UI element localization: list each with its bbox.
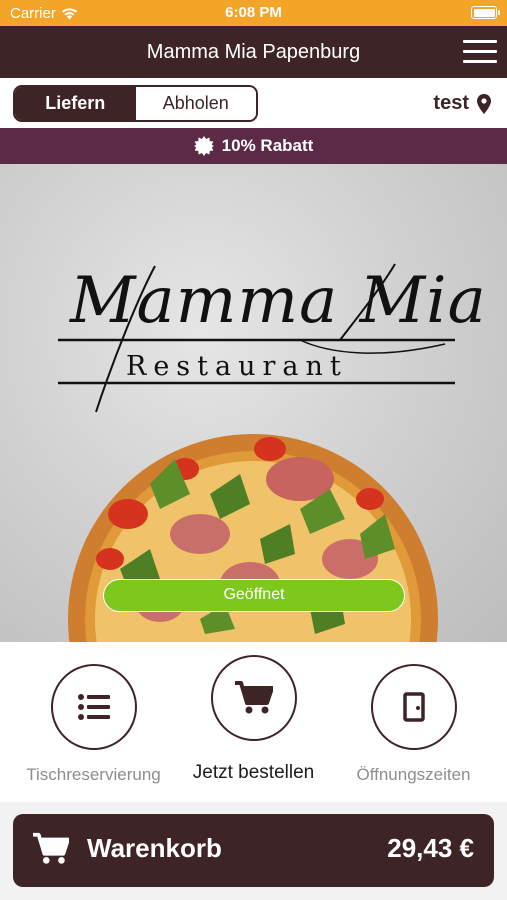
map-pin-icon <box>477 93 491 114</box>
location-label: test <box>433 92 469 114</box>
action-label-reservation: Tischreservierung <box>26 765 161 784</box>
action-label-hours: Öffnungszeiten <box>356 765 471 784</box>
logo-script-text: Mamma Mia <box>70 264 487 338</box>
action-order-now[interactable]: Jetzt bestellen <box>169 642 338 802</box>
cart-button[interactable]: Warenkorb 29,43 € <box>13 814 494 887</box>
cart-icon <box>33 832 69 864</box>
discount-banner[interactable]: 10% Rabatt <box>0 128 507 164</box>
discount-label: 10% Rabatt <box>221 136 314 155</box>
action-label-order: Jetzt bestellen <box>192 762 315 783</box>
quick-actions: Tischreservierung Jetzt bestellen Öffnun… <box>0 642 507 802</box>
cart-icon <box>234 681 273 714</box>
battery-icon <box>471 6 500 19</box>
page-title: Mamma Mia Papenburg <box>146 41 361 63</box>
status-bar: Carrier 6:08 PM <box>0 0 507 26</box>
cart-label: Warenkorb <box>87 833 222 863</box>
action-table-reservation[interactable]: Tischreservierung <box>9 642 178 802</box>
door-icon-circle <box>370 664 457 750</box>
location-selector[interactable]: test <box>433 92 491 115</box>
hero-banner: Mamma Mia Restaurant Geöffnet <box>0 164 507 642</box>
list-icon-circle <box>50 664 137 750</box>
hamburger-menu-icon[interactable] <box>463 40 497 64</box>
action-opening-hours[interactable]: Öffnungszeiten <box>329 642 498 802</box>
navigation-bar: Mamma Mia Papenburg <box>0 26 507 78</box>
delivery-mode-toggle: Liefern Abholen <box>13 85 258 122</box>
cart-icon-circle <box>210 655 297 741</box>
restaurant-logo-pizza-image <box>58 263 455 642</box>
tab-abholen[interactable]: Abholen <box>135 87 256 120</box>
badge-icon <box>193 136 214 156</box>
clock: 6:08 PM <box>225 4 282 21</box>
logo-restaurant-text: Restaurant <box>126 351 348 382</box>
delivery-mode-row: Liefern Abholen test <box>0 78 507 128</box>
door-icon <box>402 692 425 722</box>
cart-footer: Warenkorb 29,43 € <box>0 802 507 900</box>
tab-liefern[interactable]: Liefern <box>15 87 136 120</box>
cart-total: 29,43 € <box>387 833 474 863</box>
list-icon <box>77 694 110 720</box>
open-status-badge[interactable]: Geöffnet <box>103 579 405 612</box>
